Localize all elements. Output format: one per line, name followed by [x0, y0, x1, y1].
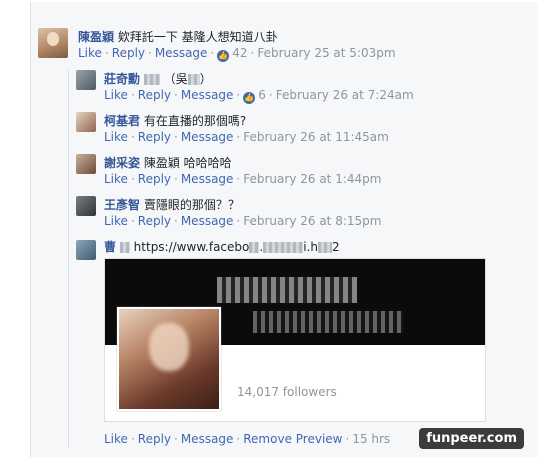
- redacted-subtitle: [253, 311, 403, 333]
- comment-actions: Like · Reply · Message · 👍 42 · February 25 at 5:…: [78, 46, 396, 62]
- comment-timestamp[interactable]: February 26 at 11:45am: [243, 130, 389, 144]
- reply-comment: 莊奇勳 （吳 ）: [104, 70, 212, 87]
- comment-text: 欸拜託一下 基隆人想知道八卦: [117, 30, 278, 44]
- comment-timestamp[interactable]: February 26 at 7:24am: [276, 88, 414, 102]
- avatar[interactable]: [76, 112, 96, 132]
- reply-link[interactable]: Reply: [138, 214, 171, 228]
- comment-author[interactable]: 王彥智: [104, 198, 140, 212]
- reply-comment: 王彥智 賣隱眼的那個？？: [104, 196, 240, 213]
- comment-actions: Like · Reply · Message · 👍 6 · February 26 at 7:2…: [104, 88, 414, 104]
- reply-comment: 柯基君 有在直播的那個嗎?: [104, 112, 246, 129]
- page-profile-picture: [117, 307, 221, 411]
- redacted-text: [187, 74, 200, 85]
- comment-actions: Like · Reply · Message · February 26 at 11:45a…: [104, 130, 389, 144]
- thumbs-up-icon: 👍: [217, 50, 230, 62]
- comment-text: （吳: [163, 72, 188, 86]
- message-link[interactable]: Message: [181, 432, 234, 446]
- redacted-text: [143, 74, 160, 85]
- comment-author[interactable]: 柯基君: [104, 114, 140, 128]
- shared-link-url[interactable]: https://www.facebo. i.h 2: [134, 240, 340, 254]
- comment-author[interactable]: 曹: [104, 240, 116, 254]
- reply-link[interactable]: Reply: [138, 432, 171, 446]
- reaction-count[interactable]: 6: [258, 88, 266, 102]
- remove-preview-link[interactable]: Remove Preview: [243, 432, 342, 446]
- comment-text: 陳盈穎 哈哈哈哈: [143, 156, 232, 170]
- comment-timestamp[interactable]: February 26 at 1:44pm: [243, 172, 381, 186]
- reply-link[interactable]: Reply: [138, 130, 171, 144]
- watermark-logo: funpeer.com: [419, 428, 524, 449]
- like-link[interactable]: Like: [104, 130, 128, 144]
- comment-text: 有在直播的那個嗎?: [143, 114, 247, 128]
- avatar[interactable]: [76, 154, 96, 174]
- avatar[interactable]: [76, 240, 96, 260]
- comment-main: 陳盈穎 欸拜託一下 基隆人想知道八卦: [78, 28, 278, 45]
- like-link[interactable]: Like: [104, 88, 128, 102]
- like-link[interactable]: Like: [78, 46, 102, 60]
- like-link[interactable]: Like: [104, 432, 128, 446]
- followers-count: 14,017 followers: [237, 385, 337, 399]
- reaction-count[interactable]: 42: [232, 46, 247, 60]
- avatar[interactable]: [76, 70, 96, 90]
- comment-actions: Like · Reply · Message · Remove Preview · 15 hrs: [104, 432, 391, 446]
- comment-author[interactable]: 謝采姿: [104, 156, 140, 170]
- message-link[interactable]: Message: [181, 88, 234, 102]
- comment-text: 賣隱眼的那個？？: [143, 198, 240, 212]
- comment-actions: Like · Reply · Message · February 26 at 8:15pm: [104, 214, 382, 228]
- comment-timestamp[interactable]: February 26 at 8:15pm: [243, 214, 381, 228]
- comment-timestamp[interactable]: February 25 at 5:03pm: [257, 46, 395, 60]
- like-link[interactable]: Like: [104, 172, 128, 186]
- reply-comment: 曹 https://www.facebo. i.h 2: [104, 238, 340, 255]
- link-preview-card[interactable]: 14,017 followers: [104, 258, 486, 422]
- comment-actions: Like · Reply · Message · February 26 at 1:44pm: [104, 172, 382, 186]
- reply-link[interactable]: Reply: [138, 172, 171, 186]
- reply-comment: 謝采姿 陳盈穎 哈哈哈哈: [104, 154, 232, 171]
- comment-author[interactable]: 陳盈穎: [78, 30, 114, 44]
- redacted-text: [119, 242, 130, 253]
- avatar[interactable]: [38, 28, 68, 58]
- reply-link[interactable]: Reply: [112, 46, 145, 60]
- message-link[interactable]: Message: [181, 172, 234, 186]
- redacted-title: [217, 277, 357, 303]
- message-link[interactable]: Message: [181, 214, 234, 228]
- message-link[interactable]: Message: [155, 46, 208, 60]
- comment-timestamp[interactable]: 15 hrs: [352, 432, 390, 446]
- like-link[interactable]: Like: [104, 214, 128, 228]
- avatar[interactable]: [76, 196, 96, 216]
- message-link[interactable]: Message: [181, 130, 234, 144]
- comment-text-end: ）: [199, 72, 212, 86]
- thumbs-up-icon: 👍: [243, 92, 256, 104]
- reply-thread-line: [68, 70, 69, 448]
- reply-link[interactable]: Reply: [138, 88, 171, 102]
- comment-author[interactable]: 莊奇勳: [104, 72, 140, 86]
